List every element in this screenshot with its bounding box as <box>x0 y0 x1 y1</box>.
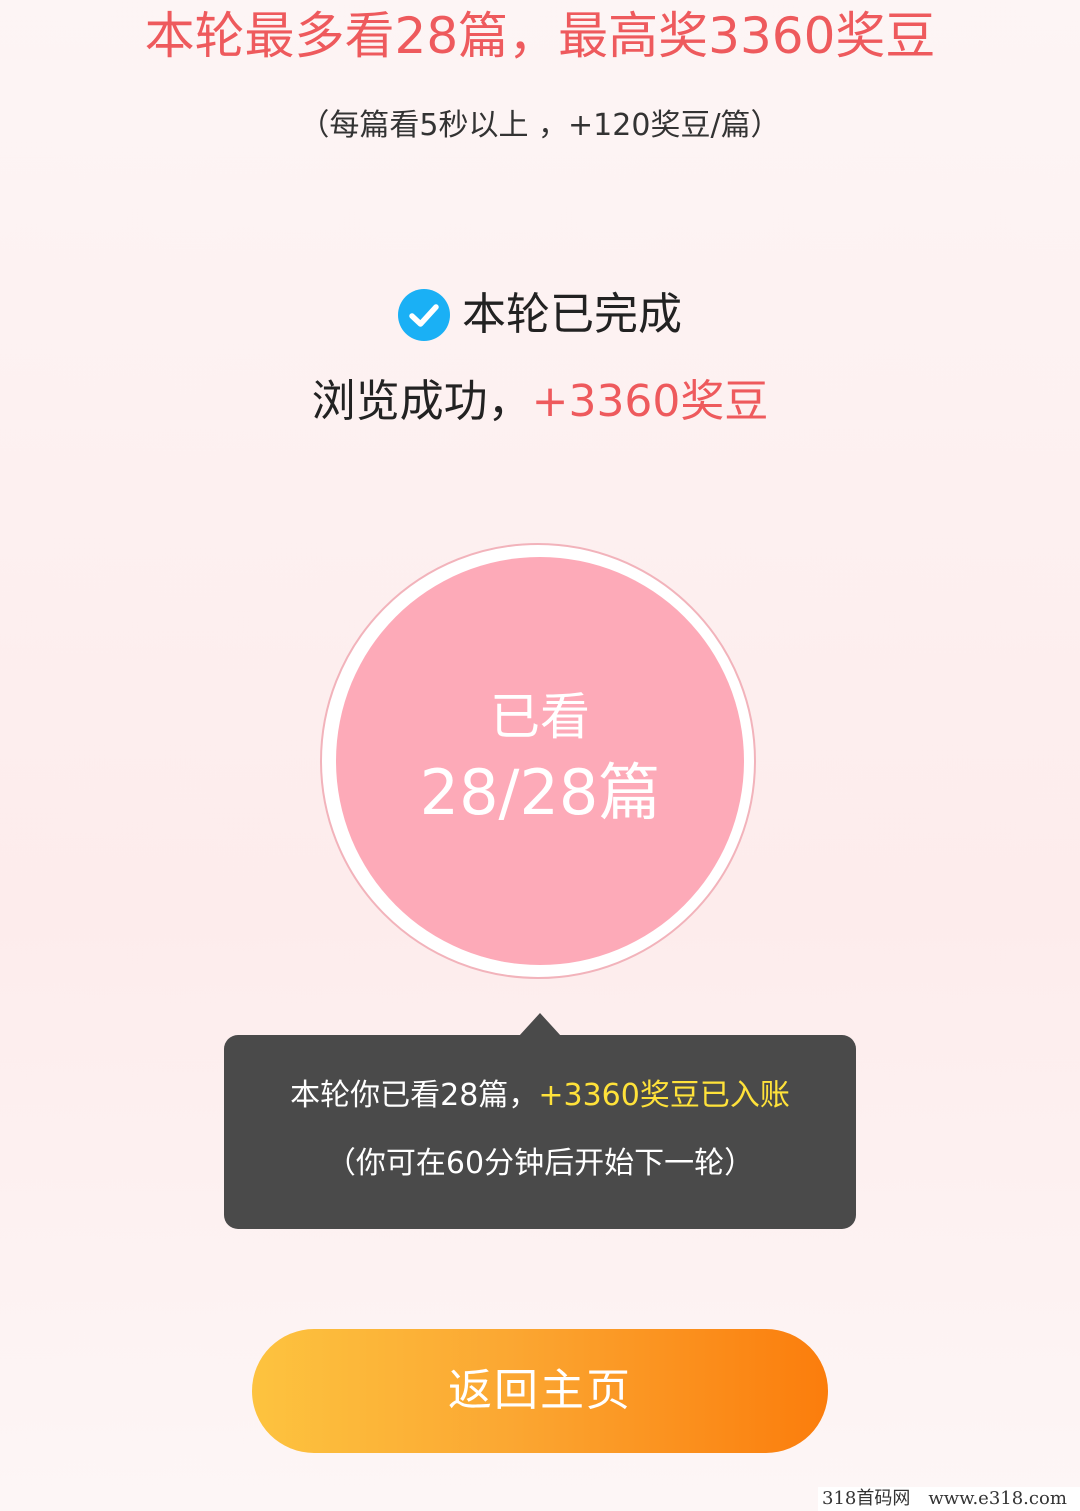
tooltip-credited-amount: +3360奖豆已入账 <box>538 1078 790 1113</box>
tooltip-summary: 本轮你已看28篇，+3360奖豆已入账 <box>224 1075 856 1117</box>
browse-success-text: 浏览成功， <box>311 376 532 427</box>
progress-circle: 已看 28/28篇 <box>336 557 744 965</box>
progress-label: 已看 <box>490 688 590 746</box>
tooltip-viewed-text: 本轮你已看28篇， <box>290 1078 539 1113</box>
browse-reward-line: 浏览成功，+3360奖豆 <box>0 370 1080 434</box>
round-complete-status: 本轮已完成 <box>0 283 1080 347</box>
watermark-url: www.e318.com <box>928 1488 1067 1509</box>
round-complete-text: 本轮已完成 <box>462 289 682 340</box>
tooltip-arrow <box>519 1013 561 1036</box>
reward-tooltip: 本轮你已看28篇，+3360奖豆已入账 （你可在60分钟后开始下一轮） <box>224 1035 856 1229</box>
watermark: 318首码网 www.e318.com <box>818 1487 1080 1511</box>
page-title: 本轮最多看28篇，最高奖3360奖豆 <box>144 7 936 65</box>
reward-rule-subtitle: （每篇看5秒以上 ，+120奖豆/篇） <box>299 108 781 143</box>
tooltip-next-round-hint: （你可在60分钟后开始下一轮） <box>325 1146 755 1181</box>
progress-count: 28/28篇 <box>419 756 661 829</box>
check-circle-icon <box>398 289 450 341</box>
return-home-button[interactable]: 返回主页 <box>252 1329 828 1453</box>
reward-amount: +3360奖豆 <box>531 376 769 427</box>
watermark-brand: 318首码网 <box>822 1488 911 1509</box>
